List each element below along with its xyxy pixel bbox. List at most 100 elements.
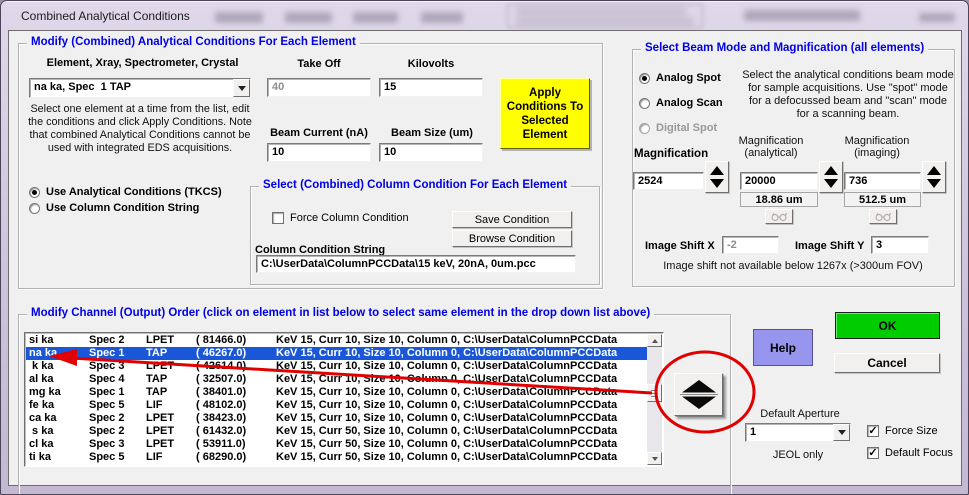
help-button[interactable]: Help [753,329,813,366]
radio-use-analytical-conditions[interactable]: Use Analytical Conditions (TKCS) [29,186,222,198]
force-column-condition-checkbox[interactable]: Force Column Condition [272,212,409,224]
default-aperture-label: Default Aperture [745,408,855,420]
scroll-up-button[interactable] [647,334,662,347]
reorder-channel-button[interactable] [674,373,723,416]
ok-button[interactable]: OK [835,312,940,339]
list-cell: Spec 3 [89,438,146,451]
mag-analytical-input[interactable]: 20000 [740,172,818,190]
blurred-widget [421,12,463,23]
list-cell: ( 81466.0) [196,334,276,347]
scroll-down-button[interactable] [647,452,662,465]
list-cell: fe ka [26,399,89,412]
magnification-input[interactable]: 2524 [633,172,704,190]
list-row[interactable]: ca kaSpec 2LPET( 38423.0)KeV 15, Curr 10… [26,412,647,425]
scrollbar-thumb[interactable] [647,384,662,402]
image-shift-y-input[interactable]: 3 [871,236,929,254]
list-row[interactable]: al kaSpec 4TAP( 32507.0)KeV 15, Curr 10,… [26,373,647,386]
radio-analog-scan[interactable]: Analog Scan [639,97,723,109]
spinner-down-icon[interactable] [710,179,724,188]
channel-list-scrollbar[interactable] [647,334,662,465]
cancel-button[interactable]: Cancel [834,353,940,373]
blurred-widget [919,13,955,22]
blurred-widget [744,10,860,21]
spinner-down-icon[interactable] [824,179,838,188]
eyeglasses-icon [770,212,789,222]
list-cell: LPET [146,438,196,451]
list-row[interactable]: k kaSpec 3LPET( 42614.0)KeV 15, Curr 10,… [26,360,647,373]
list-cell: al ka [26,373,89,386]
mag-imaging-spinner[interactable] [922,161,946,193]
list-cell: Spec 3 [89,360,146,373]
window-title: Combined Analytical Conditions [21,9,190,23]
mag-imaging-input[interactable]: 736 [844,172,921,190]
list-cell: KeV 15, Curr 10, Size 10, Column 0, C:\U… [276,386,647,399]
list-cell: LIF [146,451,196,464]
list-row[interactable]: ti kaSpec 5LIF( 68290.0)KeV 15, Curr 50,… [26,451,647,464]
element-combo[interactable]: na ka, Spec 1 TAP [29,78,251,98]
magnification-spinner[interactable] [705,161,729,193]
beam-current-input[interactable]: 10 [267,143,371,162]
list-row[interactable]: cl kaSpec 3LPET( 53911.0)KeV 15, Curr 50… [26,438,647,451]
list-row[interactable]: na kaSpec 1TAP( 46267.0)KeV 15, Curr 10,… [26,347,647,360]
save-condition-button[interactable]: Save Condition [452,211,572,228]
list-row[interactable]: s kaSpec 2LPET( 61432.0)KeV 15, Curr 50,… [26,425,647,438]
blurred-panel [507,4,703,28]
list-cell: KeV 15, Curr 50, Size 10, Column 0, C:\U… [276,451,647,464]
apply-conditions-button[interactable]: Apply Conditions To Selected Element [500,78,590,149]
mag-analytical-preview-button [765,209,793,224]
default-focus-checkbox[interactable]: ✓ Default Focus [867,447,953,459]
list-cell: ( 53911.0) [196,438,276,451]
list-row[interactable]: fe kaSpec 5LIF( 48102.0)KeV 15, Curr 10,… [26,399,647,412]
kilovolts-label: Kilovolts [379,58,483,70]
element-combo-label: Element, Xray, Spectrometer, Crystal [25,57,260,69]
list-row[interactable]: si kaSpec 2LPET( 81466.0)KeV 15, Curr 10… [26,334,647,347]
aperture-dropdown-button[interactable] [833,424,850,441]
list-cell: LPET [146,334,196,347]
spinner-down-icon[interactable] [927,179,941,188]
dialog-window: Combined Analytical Conditions Modify (C… [0,0,969,495]
list-cell: KeV 15, Curr 10, Size 10, Column 0, C:\U… [276,399,647,412]
radio-use-column-condition-string[interactable]: Use Column Condition String [29,202,199,214]
force-size-checkbox[interactable]: ✓ Force Size [867,425,938,437]
list-cell: cl ka [26,438,89,451]
spinner-up-icon[interactable] [824,166,838,175]
list-cell: KeV 15, Curr 50, Size 10, Column 0, C:\U… [276,425,647,438]
list-cell: s ka [26,425,89,438]
mag-imaging-preview-button [869,209,897,224]
spinner-up-icon[interactable] [710,166,724,175]
channel-list[interactable]: si kaSpec 2LPET( 81466.0)KeV 15, Curr 10… [24,332,664,467]
list-cell: LIF [146,399,196,412]
image-shift-note: Image shift not available below 1267x (>… [637,260,949,272]
chevron-down-icon [838,430,846,435]
default-aperture-combo[interactable]: 1 [745,423,851,442]
beam-size-input[interactable]: 10 [379,143,483,162]
mag-analytical-spinner[interactable] [819,161,843,193]
kilovolts-input[interactable]: 15 [379,78,483,97]
radio-analog-spot[interactable]: Analog Spot [639,72,721,84]
image-shift-x-label: Image Shift X [645,240,715,252]
column-condition-string-input[interactable]: C:\UserData\ColumnPCCData\15 keV, 20nA, … [256,255,576,273]
list-cell: TAP [146,373,196,386]
list-cell: si ka [26,334,89,347]
checkbox-checked-icon: ✓ [867,447,879,459]
list-cell: ( 48102.0) [196,399,276,412]
checkbox-label: Default Focus [885,447,953,459]
list-cell: KeV 15, Curr 10, Size 10, Column 0, C:\U… [276,360,647,373]
reorder-diamond-icon [680,379,718,410]
list-cell: Spec 2 [89,334,146,347]
browse-condition-button[interactable]: Browse Condition [452,230,572,247]
scroll-up-icon [652,339,658,343]
checkbox-label: Force Column Condition [290,212,409,224]
radio-label: Analog Spot [656,72,721,84]
take-off-label: Take Off [267,58,371,70]
list-cell: TAP [146,386,196,399]
list-cell: ( 38401.0) [196,386,276,399]
image-shift-x-input: -2 [722,236,779,254]
title-bar[interactable]: Combined Analytical Conditions [1,1,968,30]
list-cell: Spec 5 [89,451,146,464]
list-cell: ( 32507.0) [196,373,276,386]
list-row[interactable]: mg kaSpec 1TAP( 38401.0)KeV 15, Curr 10,… [26,386,647,399]
spinner-up-icon[interactable] [927,166,941,175]
element-combo-dropdown-button[interactable] [233,79,250,97]
list-cell: KeV 15, Curr 50, Size 10, Column 0, C:\U… [276,438,647,451]
